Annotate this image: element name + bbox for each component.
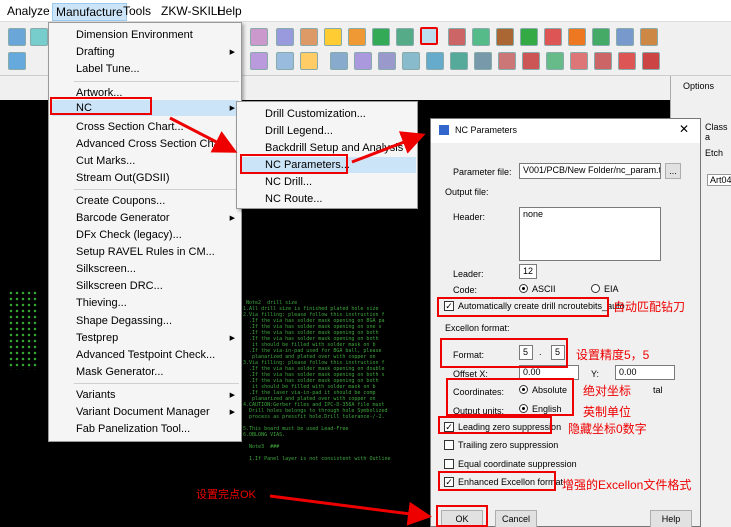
annotation-arrows	[169, 116, 432, 526]
arrow-right-icon	[351, 131, 426, 164]
arrow-right-icon	[169, 116, 238, 153]
arrow-right-icon	[269, 494, 432, 526]
